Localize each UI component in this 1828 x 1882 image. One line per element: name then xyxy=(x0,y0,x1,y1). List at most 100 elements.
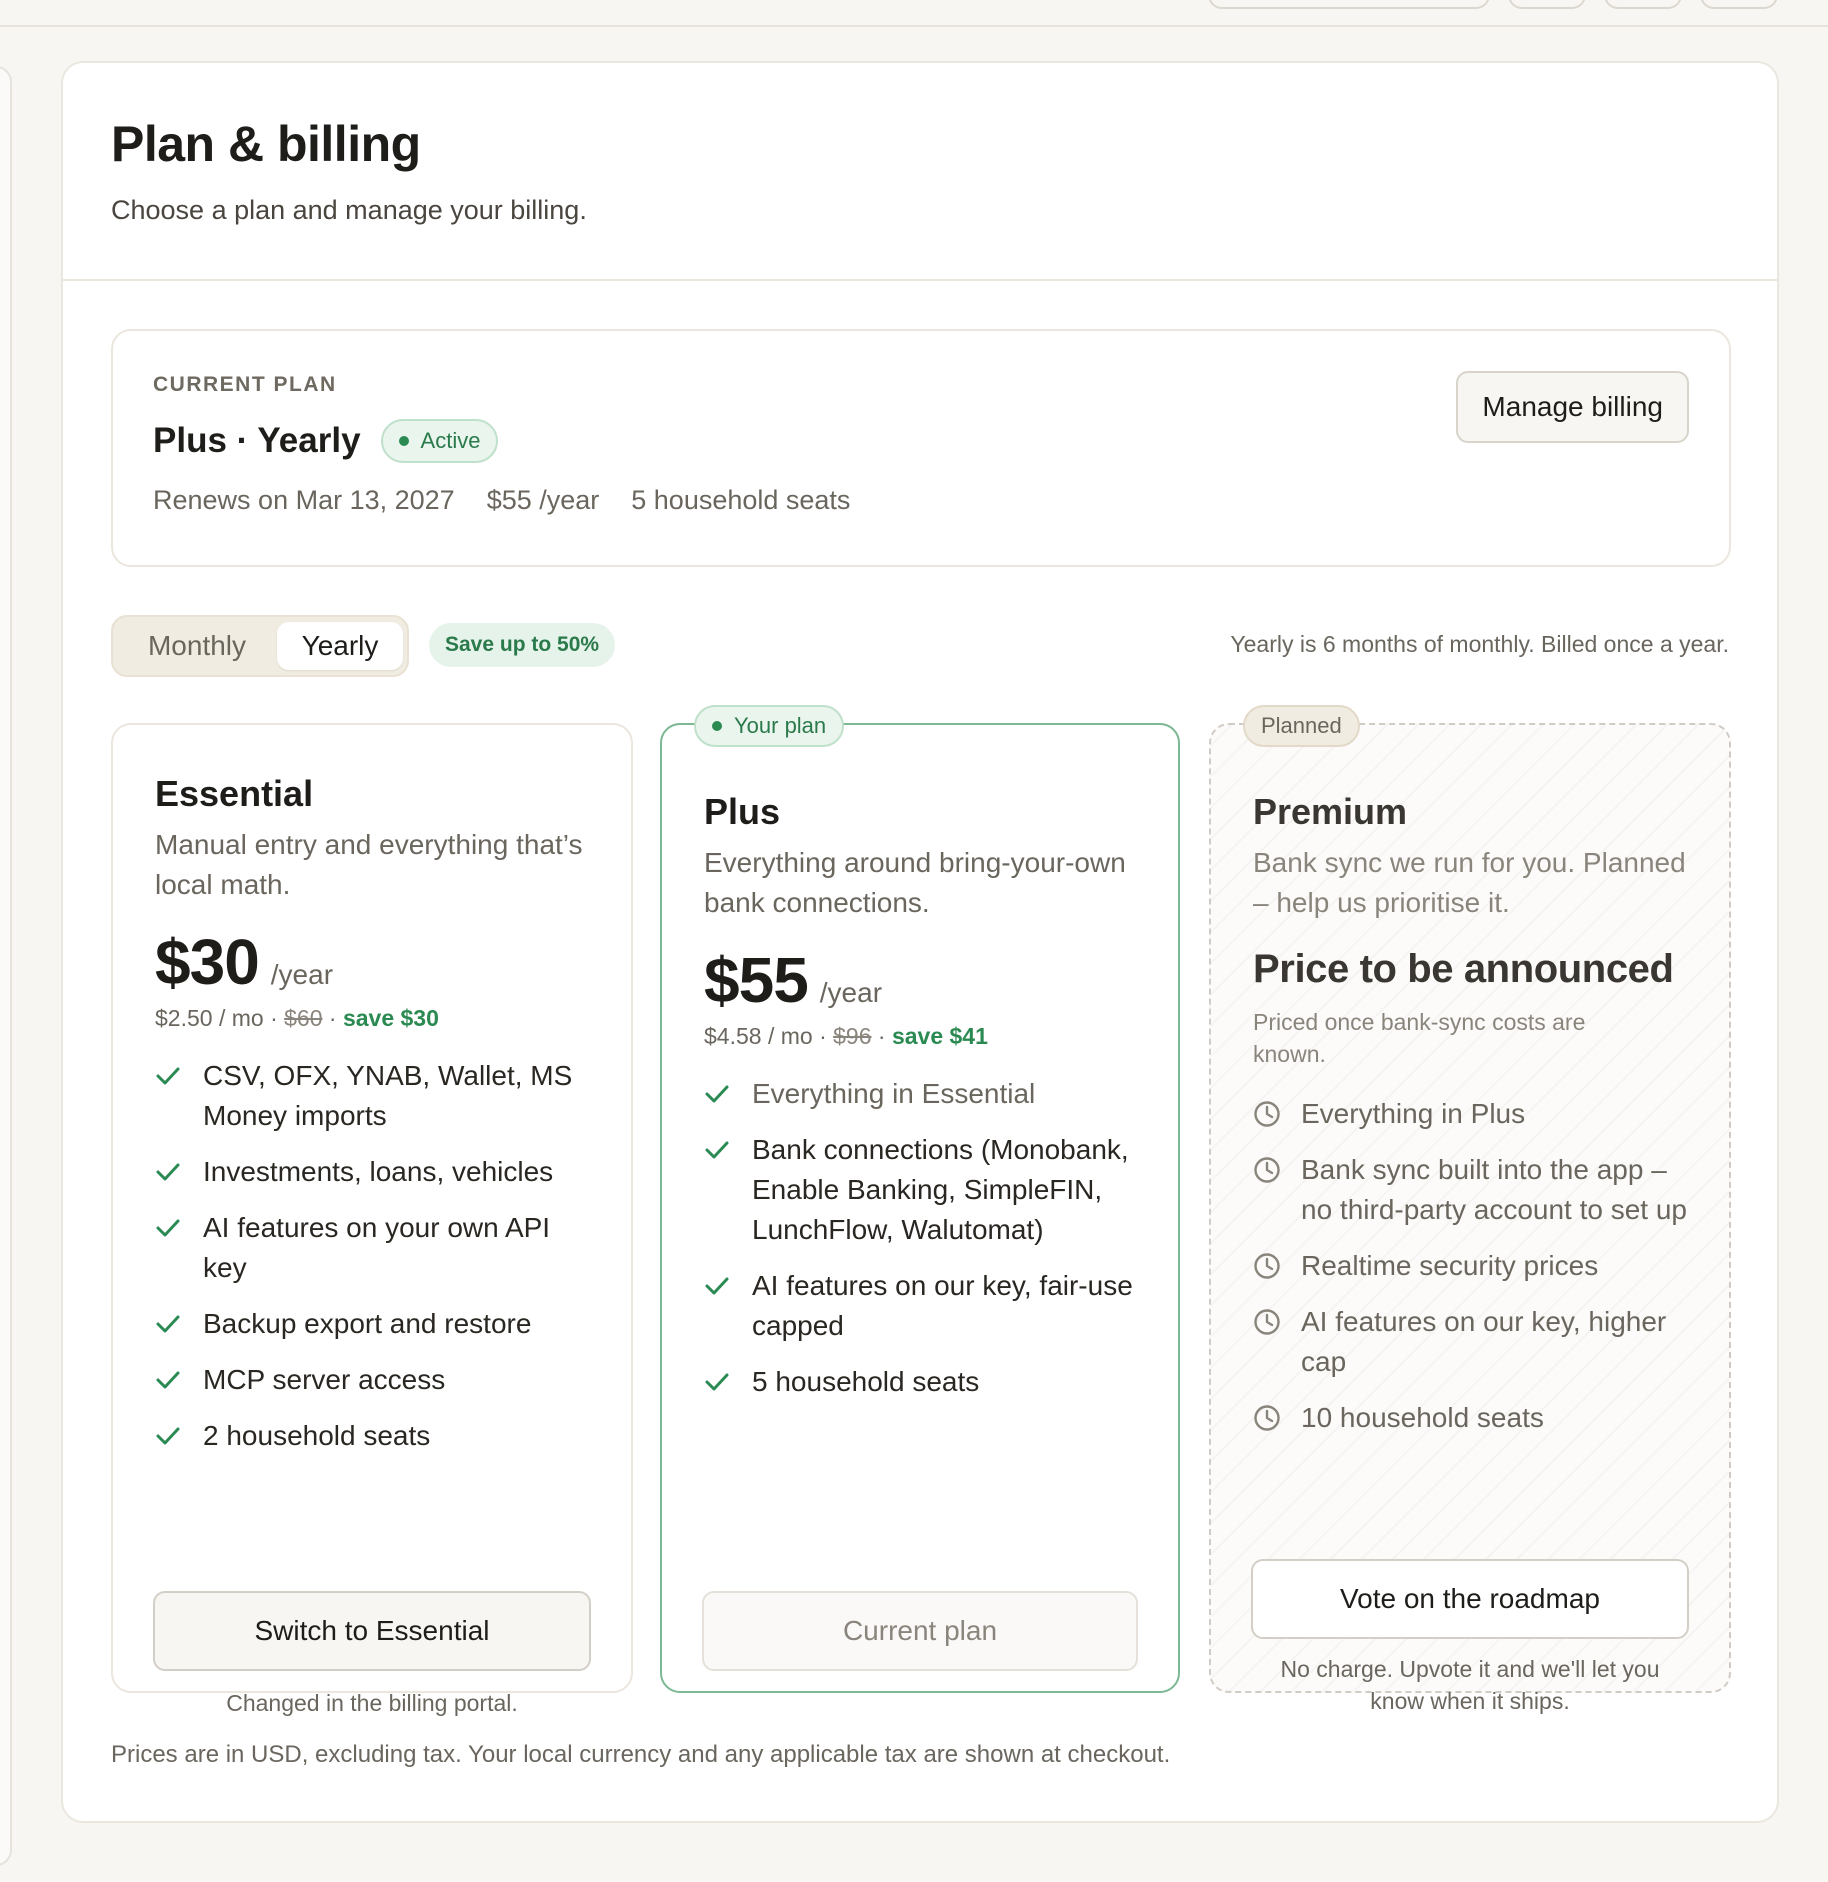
tier-period: /year xyxy=(270,959,334,990)
tier-card-essential: Essential Manual entry and everything th… xyxy=(111,723,633,1716)
list-item: Investments, loans, vehicles xyxy=(155,1152,589,1192)
topbar-button[interactable] xyxy=(1508,0,1586,9)
list-item: 2 household seats xyxy=(155,1416,589,1456)
top-bar xyxy=(0,0,1828,27)
status-badge-label: Active xyxy=(420,428,481,453)
clock-icon xyxy=(1253,1150,1301,1190)
sidebar-edge xyxy=(0,66,12,1866)
feature-text: 10 household seats xyxy=(1301,1402,1544,1433)
status-dot-icon xyxy=(712,721,722,731)
check-icon xyxy=(704,1266,752,1306)
clock-icon xyxy=(1253,1398,1301,1438)
topbar-button[interactable] xyxy=(1700,0,1778,9)
feature-text: Bank sync built into the app – no third-… xyxy=(1301,1154,1687,1225)
planned-tag: Planned xyxy=(1243,705,1360,747)
tier-card-premium: Planned Premium Bank sync we run for you… xyxy=(1209,705,1731,1714)
list-item: 5 household seats xyxy=(704,1362,1136,1402)
list-item: 10 household seats xyxy=(1253,1398,1687,1438)
check-icon xyxy=(155,1056,203,1096)
tier-description: Bank sync we run for you. Planned – help… xyxy=(1253,847,1686,918)
list-item: AI features on our key, fair-use capped xyxy=(704,1266,1136,1346)
clock-icon xyxy=(1253,1302,1301,1342)
check-icon xyxy=(704,1130,752,1170)
monthly-equivalent: $2.50 / mo · xyxy=(155,1005,278,1031)
feature-text: AI features on our key, fair-use capped xyxy=(752,1270,1133,1341)
card-header: Plan & billing Choose a plan and manage … xyxy=(63,63,1777,281)
manage-billing-button[interactable]: Manage billing xyxy=(1456,371,1689,443)
list-item: Bank connections (Monobank, Enable Banki… xyxy=(704,1130,1136,1250)
switch-to-essential-button[interactable]: Switch to Essential xyxy=(153,1591,591,1671)
pricing-footnote: Prices are in USD, excluding tax. Your l… xyxy=(111,1741,1171,1768)
tier-price: $55 xyxy=(704,944,809,1016)
clock-icon xyxy=(1253,1094,1301,1134)
your-plan-tag: Your plan xyxy=(694,705,845,747)
status-dot-icon xyxy=(398,436,409,446)
status-badge: Active xyxy=(380,419,499,463)
feature-text: AI features on our key, higher cap xyxy=(1301,1306,1667,1377)
tier-card-plus: Your plan Plus Everything around bring-y… xyxy=(660,705,1180,1693)
feature-text: 2 household seats xyxy=(203,1420,431,1451)
list-item: AI features on our key, higher cap xyxy=(1253,1302,1687,1382)
feature-text: Everything in Essential xyxy=(752,1078,1036,1109)
feature-text: CSV, OFX, YNAB, Wallet, MS Money imports xyxy=(203,1060,573,1131)
tier-name: Premium xyxy=(1253,791,1408,832)
topbar-button[interactable] xyxy=(1604,0,1682,9)
tier-name: Essential xyxy=(155,773,314,814)
tier-tag-label: Your plan xyxy=(734,713,827,738)
billing-note: Yearly is 6 months of monthly. Billed on… xyxy=(1230,631,1729,657)
clock-icon xyxy=(1253,1246,1301,1286)
feature-text: 5 household seats xyxy=(752,1366,980,1397)
save-badge: Save up to 50% xyxy=(429,623,616,667)
list-item: CSV, OFX, YNAB, Wallet, MS Money imports xyxy=(155,1056,589,1136)
feature-list: Everything in Plus Bank sync built into … xyxy=(1253,1094,1687,1438)
toggle-monthly[interactable]: Monthly xyxy=(117,622,277,670)
topbar-search[interactable] xyxy=(1208,0,1490,9)
current-price: $55 /year xyxy=(486,485,600,515)
list-item: Realtime security prices xyxy=(1253,1246,1687,1286)
list-item: Everything in Essential xyxy=(704,1074,1136,1114)
tier-period: /year xyxy=(819,977,883,1008)
price-note: Priced once bank-sync costs are known. xyxy=(1253,1009,1586,1067)
feature-text: AI features on your own API key xyxy=(203,1212,551,1283)
savings: save $30 xyxy=(342,1005,439,1031)
check-icon xyxy=(155,1208,203,1248)
feature-text: Everything in Plus xyxy=(1301,1098,1526,1129)
price-separator: · xyxy=(328,1005,337,1031)
toggle-yearly[interactable]: Yearly xyxy=(277,622,403,670)
savings: save $41 xyxy=(891,1023,988,1049)
current-plan-meta: Renews on Mar 13, 2027 $55 /year 5 house… xyxy=(153,485,1689,516)
check-icon xyxy=(155,1152,203,1192)
check-icon xyxy=(155,1416,203,1456)
feature-list: CSV, OFX, YNAB, Wallet, MS Money imports… xyxy=(155,1056,589,1456)
price-to-be-announced: Price to be announced xyxy=(1253,947,1674,991)
current-plan-panel: CURRENT PLAN Plus · Yearly Active Renews… xyxy=(111,329,1731,567)
list-item: Backup export and restore xyxy=(155,1304,589,1344)
feature-text: Investments, loans, vehicles xyxy=(203,1156,554,1187)
current-plan-name: Plus · Yearly xyxy=(153,421,361,460)
tier-price-detail: $2.50 / mo · $60 · save $30 xyxy=(155,1005,589,1032)
feature-text: Realtime security prices xyxy=(1301,1250,1599,1281)
check-icon xyxy=(155,1360,203,1400)
list-item: Everything in Plus xyxy=(1253,1094,1687,1134)
feature-text: MCP server access xyxy=(203,1364,446,1395)
list-item: Bank sync built into the app – no third-… xyxy=(1253,1150,1687,1230)
billing-period-toggle: Monthly Yearly xyxy=(111,615,409,677)
check-icon xyxy=(704,1362,752,1402)
page-title: Plan & billing xyxy=(111,116,421,172)
page-subtitle: Choose a plan and manage your billing. xyxy=(111,195,587,225)
monthly-equivalent: $4.58 / mo · xyxy=(704,1023,827,1049)
list-item: MCP server access xyxy=(155,1360,589,1400)
tier-footnote: Changed in the billing portal. xyxy=(226,1690,518,1716)
renewal-date: Renews on Mar 13, 2027 xyxy=(153,485,455,515)
vote-on-roadmap-button[interactable]: Vote on the roadmap xyxy=(1251,1559,1689,1639)
check-icon xyxy=(704,1074,752,1114)
billing-card: Plan & billing Choose a plan and manage … xyxy=(61,61,1779,1823)
tier-price: $30 xyxy=(155,926,260,998)
list-item: AI features on your own API key xyxy=(155,1208,589,1288)
tier-description: Everything around bring-your-own bank co… xyxy=(704,847,1126,918)
price-separator: · xyxy=(877,1023,886,1049)
current-plan-button[interactable]: Current plan xyxy=(702,1591,1138,1671)
original-price: $96 xyxy=(833,1023,872,1049)
check-icon xyxy=(155,1304,203,1344)
tier-footnote: No charge. Upvote it and we'll let you k… xyxy=(1280,1656,1660,1714)
